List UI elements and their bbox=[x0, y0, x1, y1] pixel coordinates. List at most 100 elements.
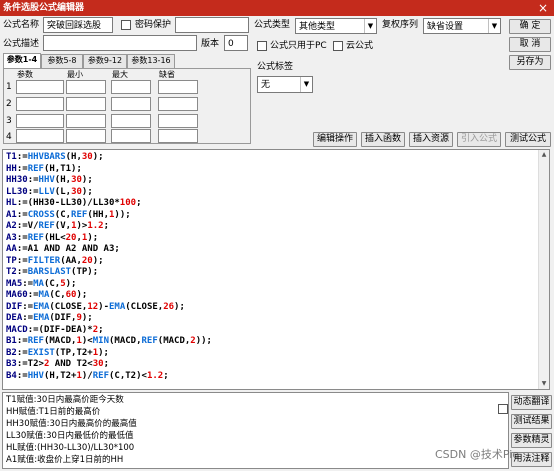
version-input[interactable]: 0 bbox=[224, 35, 248, 51]
formula-desc-label: 公式描述 bbox=[3, 39, 40, 49]
cloud-formula-checkbox[interactable] bbox=[333, 41, 343, 51]
test-result-button[interactable]: 测试结果 bbox=[511, 414, 552, 429]
param-min-cell[interactable] bbox=[66, 129, 106, 143]
param-max-cell[interactable] bbox=[111, 129, 151, 143]
param-default-cell[interactable] bbox=[158, 97, 198, 111]
code-line: AA:=A1 AND A2 AND A3; bbox=[6, 244, 120, 254]
formula-code: T1:=HHVBARS(H,30); HH:=REF(H,T1); HH30:=HH… bbox=[6, 152, 212, 382]
formula-tag-select[interactable]: 无 ▼ bbox=[257, 76, 313, 93]
param-header-default: 缺省 bbox=[159, 70, 175, 79]
code-line: A2:=V/REF(V,1)>1.2; bbox=[6, 221, 110, 231]
param-min-cell[interactable] bbox=[66, 80, 106, 94]
param-header-max: 最大 bbox=[112, 70, 128, 79]
param-default-cell[interactable] bbox=[158, 80, 198, 94]
reweight-label: 复权序列 bbox=[382, 20, 419, 30]
param-min-cell[interactable] bbox=[66, 114, 106, 128]
code-line: T2:=BARSLAST(TP); bbox=[6, 267, 99, 277]
edit-operation-button[interactable]: 编辑操作 bbox=[313, 132, 357, 147]
save-as-button[interactable]: 另存为 bbox=[509, 55, 551, 70]
cloud-formula-label: 云公式 bbox=[346, 41, 374, 51]
code-line: MACD:=(DIF-DEA)*2; bbox=[6, 324, 104, 335]
param-default-cell[interactable] bbox=[158, 129, 198, 143]
version-label: 版本 bbox=[201, 39, 220, 49]
formula-type-value: 其他类型 bbox=[299, 22, 336, 32]
tab-params-9-12[interactable]: 参数9-12 bbox=[83, 54, 127, 68]
code-line: HH:=REF(H,T1); bbox=[6, 163, 82, 174]
window-title: 条件选股公式编辑器 bbox=[3, 3, 85, 13]
formula-type-label: 公式类型 bbox=[254, 20, 291, 30]
param-row-number: 1 bbox=[6, 82, 12, 92]
param-name-cell[interactable] bbox=[16, 129, 64, 143]
param-name-cell[interactable] bbox=[16, 114, 64, 128]
formula-tag-value: 无 bbox=[261, 80, 271, 90]
param-name-cell[interactable] bbox=[16, 97, 64, 111]
close-icon[interactable]: × bbox=[532, 0, 554, 16]
reweight-select[interactable]: 缺省设置 ▼ bbox=[423, 18, 501, 34]
password-input[interactable] bbox=[175, 17, 249, 33]
insert-function-button[interactable]: 插入函数 bbox=[361, 132, 405, 147]
scroll-down-icon[interactable]: ▼ bbox=[539, 379, 549, 389]
formula-name-input[interactable]: 突破回踩选股 bbox=[43, 17, 113, 33]
note-line: LL30赋值:30日内最低价的最低值 bbox=[6, 431, 134, 441]
tab-params-1-4[interactable]: 参数1-4 bbox=[3, 53, 41, 68]
scroll-up-icon[interactable]: ▲ bbox=[539, 150, 549, 160]
param-name-cell[interactable] bbox=[16, 80, 64, 94]
code-line: B1:=REF(MACD,1)<MIN(MACD,REF(MACD,2)); bbox=[6, 336, 212, 346]
code-line: HL:=(HH30-LL30)/LL30*100; bbox=[6, 198, 142, 208]
formula-code-editor[interactable]: T1:=HHVBARS(H,30); HH:=REF(H,T1); HH30:=HH… bbox=[2, 149, 550, 390]
note-line: A1赋值:收盘价上穿1日前的HH bbox=[6, 455, 124, 465]
formula-editor-window: 条件选股公式编辑器 × 公式名称 突破回踩选股 密码保护 公式类型 其他类型 ▼… bbox=[0, 0, 554, 471]
tab-params-13-16[interactable]: 参数13-16 bbox=[127, 54, 175, 68]
tab-params-5-8[interactable]: 参数5-8 bbox=[41, 54, 83, 68]
formula-name-label: 公式名称 bbox=[3, 20, 40, 30]
pc-only-checkbox[interactable] bbox=[257, 41, 267, 51]
formula-tag-label: 公式标签 bbox=[257, 62, 294, 72]
formula-notes[interactable]: T1赋值:30日内最高价距今天数 HH赋值:T1日前的最高价 HH30赋值:30… bbox=[2, 392, 509, 469]
code-line: TP:=FILTER(AA,20); bbox=[6, 255, 104, 266]
code-line: MA5:=MA(C,5); bbox=[6, 278, 77, 289]
param-max-cell[interactable] bbox=[111, 114, 151, 128]
code-line: HH30:=HHV(H,30); bbox=[6, 175, 93, 185]
code-line: LL30:=LLV(L,30); bbox=[6, 186, 93, 197]
ok-button[interactable]: 确 定 bbox=[509, 19, 551, 34]
code-line: B3:=T2>2 AND T2<30; bbox=[6, 359, 109, 369]
pc-only-label: 公式只用于PC bbox=[270, 41, 327, 51]
dynamic-translate-button[interactable]: 动态翻译 bbox=[511, 395, 552, 410]
code-line: T1:=HHVBARS(H,30); bbox=[6, 152, 104, 162]
editor-scrollbar[interactable]: ▲ ▼ bbox=[538, 150, 549, 389]
chevron-down-icon: ▼ bbox=[300, 77, 312, 92]
import-formula-button[interactable]: 引入公式 bbox=[457, 132, 501, 147]
title-bar[interactable]: 条件选股公式编辑器 × bbox=[0, 0, 554, 16]
param-row-number: 4 bbox=[6, 132, 12, 142]
formula-type-select[interactable]: 其他类型 ▼ bbox=[295, 18, 377, 34]
param-max-cell[interactable] bbox=[111, 80, 151, 94]
chevron-down-icon: ▼ bbox=[488, 19, 500, 33]
code-line: MA60:=MA(C,60); bbox=[6, 290, 88, 300]
reweight-value: 缺省设置 bbox=[427, 22, 464, 32]
password-protect-checkbox[interactable] bbox=[121, 20, 131, 30]
code-line: DEA:=EMA(DIF,9); bbox=[6, 313, 93, 323]
code-line: B2:=EXIST(TP,T2+1); bbox=[6, 347, 109, 358]
code-line: A3:=REF(HL<20,1); bbox=[6, 232, 99, 243]
params-panel: 参数 最小 最大 缺省 1 2 3 4 bbox=[3, 68, 251, 144]
note-line: HL赋值:(HH30-LL30)/LL30*100 bbox=[6, 443, 135, 453]
code-line: DIF:=EMA(CLOSE,12)-EMA(CLOSE,26); bbox=[6, 301, 185, 312]
password-protect-label: 密码保护 bbox=[135, 20, 172, 30]
insert-resource-button[interactable]: 插入资源 bbox=[409, 132, 453, 147]
code-line: A1:=CROSS(C,REF(HH,1)); bbox=[6, 209, 131, 220]
code-line: B4:=HHV(H,T2+1)/REF(C,T2)<1.2; bbox=[6, 370, 169, 381]
param-header-min: 最小 bbox=[67, 70, 83, 79]
note-line: HH30赋值:30日内最高价的最高值 bbox=[6, 419, 137, 429]
param-row-number: 3 bbox=[6, 116, 12, 126]
test-formula-button[interactable]: 测试公式 bbox=[505, 132, 551, 147]
formula-desc-input[interactable] bbox=[43, 35, 197, 51]
note-line: HH赋值:T1日前的最高价 bbox=[6, 407, 101, 417]
param-min-cell[interactable] bbox=[66, 97, 106, 111]
watermark-text: CSDN @技术Pie bbox=[435, 448, 520, 461]
param-max-cell[interactable] bbox=[111, 97, 151, 111]
notes-checkbox[interactable] bbox=[498, 404, 508, 414]
param-row-number: 2 bbox=[6, 99, 12, 109]
param-header-name: 参数 bbox=[17, 70, 33, 79]
cancel-button[interactable]: 取 消 bbox=[509, 37, 551, 52]
param-default-cell[interactable] bbox=[158, 114, 198, 128]
